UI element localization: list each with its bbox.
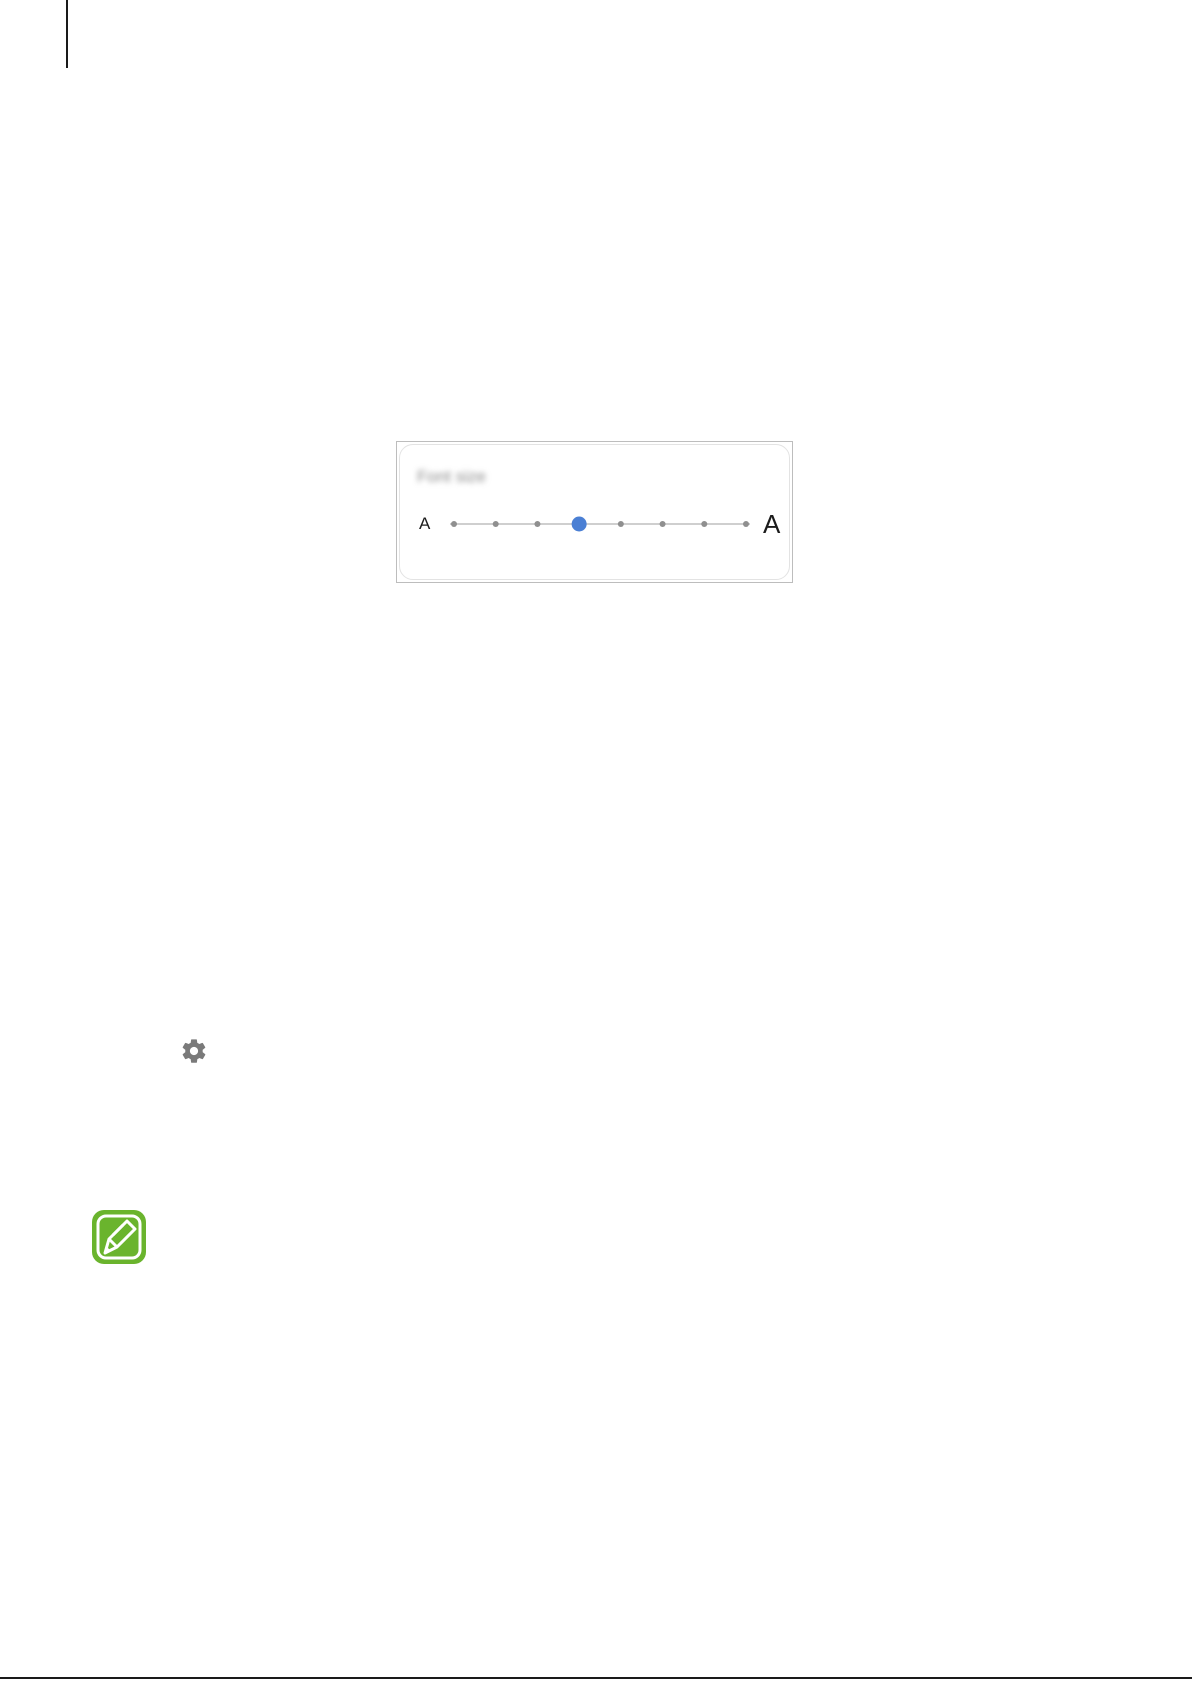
gear-icon <box>182 1039 206 1063</box>
font-size-step-dot[interactable] <box>451 521 457 527</box>
note-pencil-icon <box>92 1210 146 1264</box>
font-size-slider-track[interactable] <box>450 514 750 534</box>
font-size-step-dot[interactable] <box>659 521 666 527</box>
font-size-card: Font size A A <box>399 444 790 580</box>
font-size-label: Font size <box>417 467 486 486</box>
font-size-step-dot[interactable] <box>743 521 749 527</box>
font-size-slider[interactable] <box>450 514 750 534</box>
font-size-step-dot[interactable] <box>617 521 624 527</box>
font-size-step-dot[interactable] <box>534 521 541 527</box>
page-margin-rule <box>66 0 68 68</box>
font-size-screenshot: Font size A A <box>396 441 793 583</box>
font-size-slider-thumb[interactable] <box>571 516 587 532</box>
footer-rule <box>0 1677 1192 1679</box>
font-size-step-dot[interactable] <box>492 521 499 527</box>
font-size-min-label: A <box>419 514 431 533</box>
font-size-step-dot[interactable] <box>701 521 708 527</box>
font-size-max-label: A <box>763 509 781 539</box>
